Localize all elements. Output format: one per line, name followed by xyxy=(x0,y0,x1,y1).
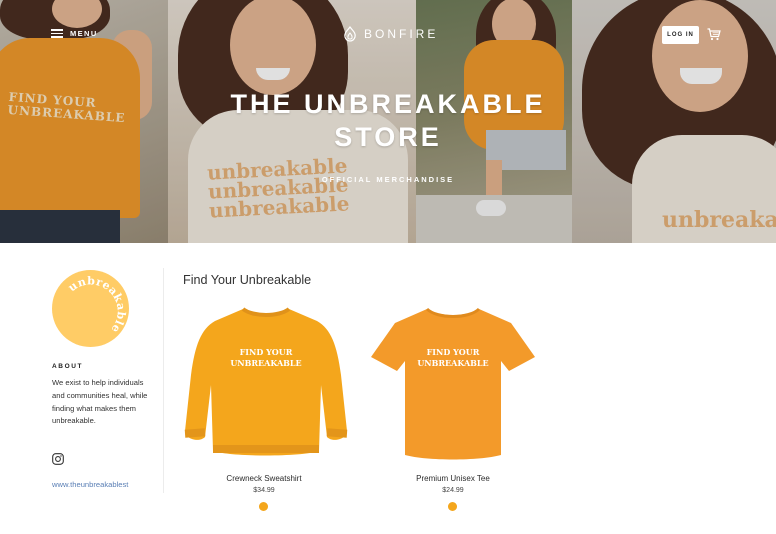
hamburger-icon xyxy=(51,29,63,38)
section-title: Find Your Unbreakable xyxy=(183,273,312,287)
store-logo: unbreakable xyxy=(52,270,129,347)
instagram-icon xyxy=(52,453,64,465)
menu-button[interactable]: MENU xyxy=(51,29,98,38)
website-link[interactable]: www.theunbreakablest xyxy=(52,480,144,489)
shopping-cart-icon xyxy=(707,28,721,41)
brand-name: BONFIRE xyxy=(364,27,439,41)
product-price-crewneck-sweatshirt: $34.99 xyxy=(253,487,275,494)
hero-title: THE UNBREAKABLE STORE xyxy=(230,89,546,152)
brand-logo[interactable]: BONFIRE xyxy=(343,26,438,42)
svg-text:FIND YOUR: FIND YOUR xyxy=(427,347,480,357)
sidebar-divider xyxy=(163,268,164,493)
tshirt-illustration: FIND YOUR UNBREAKABLE xyxy=(371,307,535,460)
flame-icon xyxy=(344,26,356,42)
svg-text:unbreakable: unbreakable xyxy=(66,274,128,335)
svg-text:UNBREAKABLE: UNBREAKABLE xyxy=(230,358,301,368)
about-heading: ABOUT xyxy=(52,363,84,370)
product-image-premium-unisex-tee[interactable]: FIND YOUR UNBREAKABLE xyxy=(369,305,537,460)
sweatshirt-illustration: FIND YOUR UNBREAKABLE xyxy=(184,307,348,456)
cart-button[interactable] xyxy=(707,28,721,46)
svg-text:UNBREAKABLE: UNBREAKABLE xyxy=(417,358,488,368)
color-swatch-premium-unisex-tee[interactable] xyxy=(448,502,457,511)
store-logo-text: unbreakable xyxy=(66,274,128,335)
menu-label: MENU xyxy=(70,29,98,38)
about-text: We exist to help individuals and communi… xyxy=(52,378,148,426)
product-price-premium-unisex-tee: $24.99 xyxy=(442,487,464,494)
login-button[interactable]: LOG IN xyxy=(662,26,699,44)
color-swatch-crewneck-sweatshirt[interactable] xyxy=(259,502,268,511)
svg-text:FIND YOUR: FIND YOUR xyxy=(240,347,293,357)
product-name-crewneck-sweatshirt[interactable]: Crewneck Sweatshirt xyxy=(194,474,334,483)
instagram-link[interactable] xyxy=(52,452,64,470)
hero-subtitle: OFFICIAL MERCHANDISE xyxy=(321,175,455,184)
hero-banner: FIND YOUR UNBREAKABLE unbreakable unbrea… xyxy=(0,0,776,243)
product-name-premium-unisex-tee[interactable]: Premium Unisex Tee xyxy=(383,474,523,483)
product-image-crewneck-sweatshirt[interactable]: FIND YOUR UNBREAKABLE xyxy=(181,305,351,460)
